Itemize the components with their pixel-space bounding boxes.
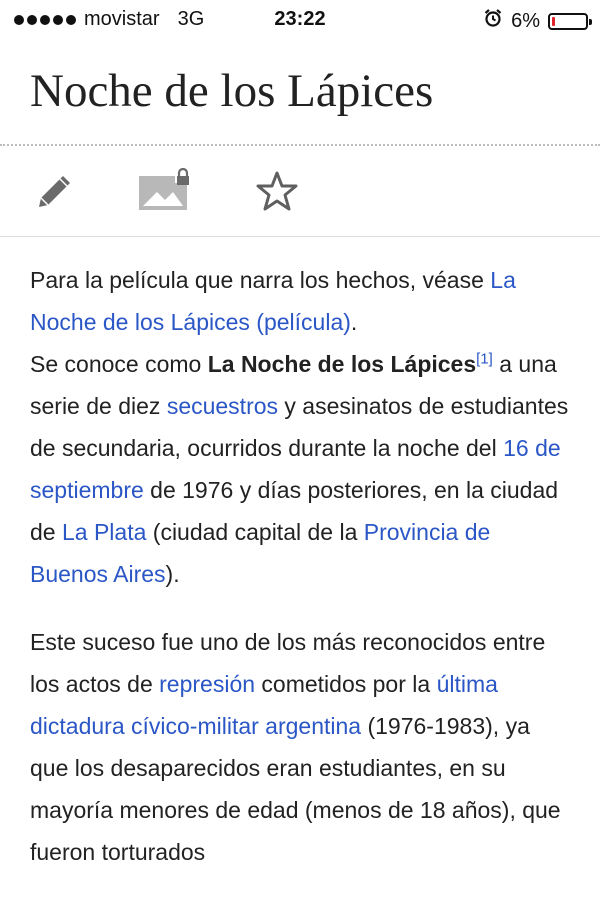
text: cometidos por la: [255, 671, 437, 697]
watch-star-button[interactable]: [254, 168, 300, 214]
article-body: Para la película que narra los hechos, v…: [0, 237, 600, 873]
text: (ciudad capital de la: [146, 519, 364, 545]
page-toolbar: [0, 146, 600, 237]
link-la-plata[interactable]: La Plata: [62, 519, 146, 545]
hatnote-end: .: [350, 309, 358, 335]
page-title: Noche de los Lápices: [30, 65, 434, 117]
link-represion[interactable]: represión: [159, 671, 255, 697]
star-icon: [256, 171, 298, 211]
text: Se conoce como: [30, 351, 208, 377]
title-section: Noche de los Lápices: [0, 40, 600, 146]
hatnote: Para la película que narra los hechos, v…: [30, 259, 570, 595]
add-image-button[interactable]: [136, 168, 196, 214]
pencil-icon: [39, 176, 70, 207]
status-right-group: 6%: [483, 8, 592, 34]
bold-term: La Noche de los Lápices: [207, 351, 477, 377]
status-bar: movistar 3G 23:22 6%: [0, 0, 600, 40]
second-paragraph: Este suceso fue uno de los más reconocid…: [30, 621, 570, 873]
reference-1-link[interactable]: [1]: [476, 350, 493, 367]
edit-button[interactable]: [32, 168, 78, 214]
text: ).: [165, 561, 180, 587]
lead-paragraph: Se conoce como La Noche de los Lápices[1…: [30, 351, 568, 587]
battery-percent: 6%: [511, 9, 540, 32]
link-secuestros[interactable]: secuestros: [167, 393, 278, 419]
alarm-icon: [483, 8, 503, 34]
image-locked-icon: [139, 168, 191, 210]
battery-icon: [548, 12, 592, 30]
hatnote-text: Para la película que narra los hechos, v…: [30, 267, 491, 293]
battery-level: [552, 16, 555, 26]
